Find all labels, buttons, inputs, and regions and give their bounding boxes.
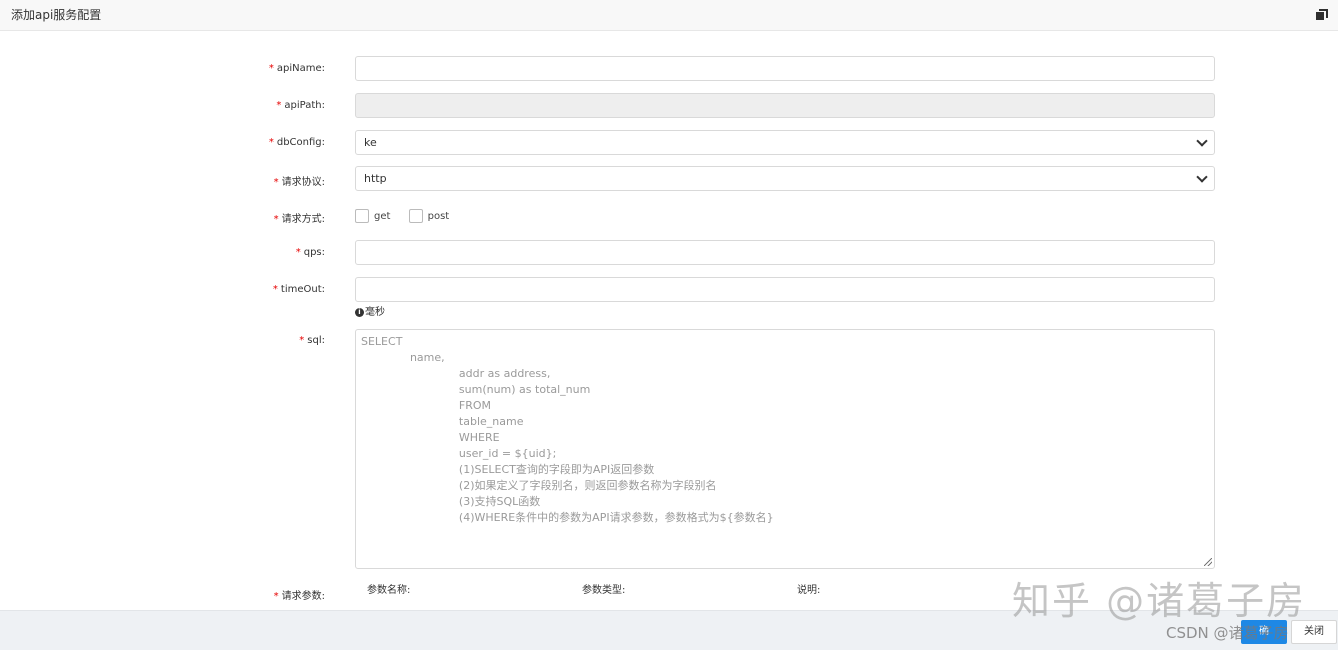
required-mark: * [273, 591, 279, 602]
timeout-label: * timeOut: [0, 284, 325, 295]
protocol-label: * 请求协议: [0, 173, 325, 188]
get-checkbox-label: get [374, 210, 391, 222]
sql-placeholder-line: (2)如果定义了字段别名，则返回参数名称为字段别名 [361, 479, 717, 492]
restore-window-icon[interactable] [1316, 9, 1328, 21]
method-label: * 请求方式: [0, 210, 325, 225]
dialog-title: 添加api服务配置 [11, 8, 102, 22]
required-mark: * [268, 63, 274, 74]
sql-placeholder-line: sum(num) as total_num [361, 383, 591, 396]
protocol-label-text: 请求协议: [281, 177, 325, 188]
resize-handle-icon[interactable] [1204, 558, 1212, 566]
sql-placeholder-line: (3)支持SQL函数 [361, 495, 541, 508]
required-mark: * [273, 177, 279, 188]
zhihu-watermark: 知乎 @诸葛子房 [1012, 579, 1307, 623]
sql-placeholder-line: (4)WHERE条件中的参数为API请求参数，参数格式为${参数名} [361, 511, 774, 524]
sql-label: * sql: [0, 335, 325, 346]
sql-placeholder-line: name, [361, 351, 445, 364]
sql-placeholder-line: addr as address, [361, 367, 551, 380]
sql-placeholder-line: WHERE [361, 431, 500, 444]
method-label-text: 请求方式: [281, 214, 325, 225]
csdn-watermark: CSDN @诸葛子房 [1166, 624, 1289, 642]
protocol-value: http [364, 172, 387, 185]
dbconfig-label: * dbConfig: [0, 137, 325, 148]
apipath-label-text: apiPath: [284, 100, 325, 111]
protocol-select[interactable]: http [355, 166, 1215, 191]
required-mark: * [276, 100, 282, 111]
sql-textarea[interactable]: SELECT name, addr as address, sum(num) a… [355, 329, 1215, 569]
apipath-label: * apiPath: [0, 100, 325, 111]
apipath-input [355, 93, 1215, 118]
sql-placeholder-line: user_id = ${uid}; [361, 447, 557, 460]
timeout-input[interactable] [355, 277, 1215, 302]
apiname-label: * apiName: [0, 63, 325, 74]
dbconfig-select[interactable]: ke [355, 130, 1215, 155]
sql-placeholder-line: table_name [361, 415, 524, 428]
sql-placeholder-line: SELECT [361, 335, 403, 348]
required-mark: * [273, 214, 279, 225]
qps-input[interactable] [355, 240, 1215, 265]
param-column-name: 参数名称: [367, 585, 411, 596]
param-column-type: 参数类型: [582, 585, 626, 596]
params-label: * 请求参数: [0, 587, 325, 602]
post-checkbox[interactable] [408, 209, 423, 223]
params-label-text: 请求参数: [281, 591, 325, 602]
required-mark: * [299, 335, 305, 346]
apiname-label-text: apiName: [276, 63, 325, 74]
sql-label-text: sql: [307, 335, 325, 346]
required-mark: * [268, 137, 274, 148]
chevron-down-icon [1196, 171, 1208, 183]
dbconfig-value: ke [364, 136, 377, 149]
sql-placeholder-line: (1)SELECT查询的字段即为API返回参数 [361, 463, 655, 476]
post-checkbox-label: post [427, 210, 450, 222]
get-checkbox[interactable] [355, 209, 369, 223]
form-container: * apiName: * apiPath: * dbConfig: ke * 请求协议:… [0, 32, 1338, 610]
chevron-down-icon [1196, 135, 1208, 147]
info-icon: i [355, 307, 364, 317]
qps-label-text: qps: [303, 247, 325, 258]
param-column-desc: 说明: [797, 585, 821, 596]
required-mark: * [295, 247, 301, 258]
required-mark: * [272, 284, 278, 295]
timeout-label-text: timeOut: [280, 284, 325, 295]
qps-label: * qps: [0, 247, 325, 258]
dbconfig-label-text: dbConfig: [276, 137, 325, 148]
timeout-hint-text: 毫秒 [365, 307, 385, 318]
timeout-hint: i 毫秒 [355, 303, 385, 318]
method-checkgroup: get post [355, 209, 464, 223]
sql-placeholder-line: FROM [361, 399, 492, 412]
dialog-titlebar: 添加api服务配置 [0, 0, 1338, 31]
apiname-input[interactable] [355, 56, 1215, 81]
